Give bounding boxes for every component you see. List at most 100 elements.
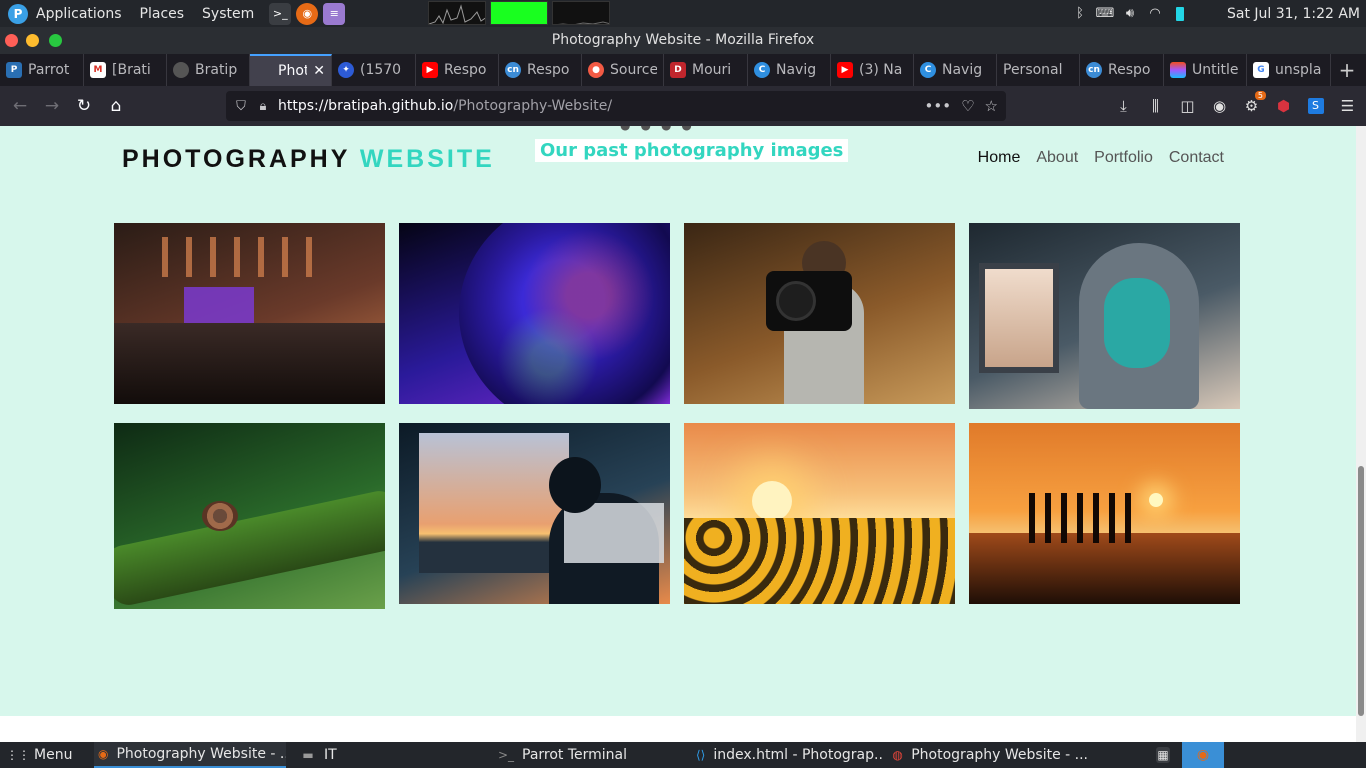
bookmark-star-icon[interactable]: ☆ [985, 97, 998, 115]
site-logo[interactable]: PHOTOGRAPHY WEBSITE [122, 145, 495, 174]
taskbar-menu-button[interactable]: ⋮⋮ Menu [10, 742, 72, 768]
taskbar-item-5[interactable]: ◍ Photography Website - ... [888, 742, 1088, 768]
workspace-switcher-icon[interactable]: ▦ [1156, 742, 1178, 768]
shield-icon[interactable]: ⛉ [230, 99, 252, 114]
new-tab-icon[interactable]: + [1331, 54, 1363, 86]
url-host: https://bratipah.github.io [278, 98, 454, 114]
tab-13[interactable]: Personal [997, 54, 1080, 86]
terminal-launcher-icon[interactable]: >_ [269, 2, 292, 25]
taskbar-item-4[interactable]: ⟨⟩ index.html - Photograp... [692, 742, 882, 768]
clock[interactable]: Sat Jul 31, 1:22 AM [1227, 6, 1360, 22]
photo-sunset-office[interactable] [399, 423, 670, 604]
photo-detail [419, 433, 569, 573]
navigation-toolbar: ← → ↻ ⌂ ⛉ 🔒︎ https://bratipah.github.io/… [0, 86, 1366, 126]
tab-14[interactable]: cn Respo [1080, 54, 1164, 86]
photo-detail [969, 533, 1240, 604]
tab-label: (1570 [360, 62, 402, 78]
tab-5[interactable]: ✦ (1570 [332, 54, 416, 86]
page-scrollbar[interactable] [1356, 126, 1366, 742]
pocket-icon[interactable]: ♡ [961, 97, 974, 115]
nav-contact[interactable]: Contact [1169, 149, 1224, 167]
tab-label: Navig [776, 62, 817, 78]
close-tab-icon[interactable]: ✕ [313, 63, 325, 79]
ublock-icon[interactable]: ⬢ [1271, 94, 1296, 119]
tab-8[interactable]: ● Source [582, 54, 664, 86]
volume-icon[interactable]: 🔊︎ [1122, 6, 1138, 22]
photo-music-studio[interactable] [114, 223, 385, 404]
tab-9[interactable]: D Mouri [664, 54, 748, 86]
reload-icon[interactable]: ↻ [68, 90, 100, 122]
library-icon[interactable]: ⫼ [1143, 94, 1168, 119]
terminal-icon: >_ [497, 748, 515, 762]
folder-icon: ▬ [302, 748, 314, 762]
photo-detail [399, 223, 670, 404]
extension-s-icon[interactable]: S [1303, 94, 1328, 119]
tab-label: Navig [942, 62, 983, 78]
tab-3[interactable]: Bratip [167, 54, 250, 86]
tab-label: [Brati [112, 62, 151, 78]
taskbar-item-label: Photography Website - ... [116, 746, 286, 762]
downloads-icon[interactable]: ⤓ [1111, 94, 1136, 119]
c-icon: C [920, 62, 936, 78]
scrolled-content-edge: ●●●● [620, 126, 702, 132]
tab-11[interactable]: ▶ (3) Na [831, 54, 914, 86]
tab-15[interactable]: Untitle [1164, 54, 1247, 86]
photo-glitter-face[interactable] [399, 223, 670, 404]
tab-12[interactable]: C Navig [914, 54, 997, 86]
memory-graph [490, 1, 548, 25]
battery-icon[interactable] [1172, 6, 1188, 22]
patreon-icon: ● [588, 62, 604, 78]
bluetooth-icon[interactable]: ᛒ [1072, 6, 1088, 22]
tab-6[interactable]: ▶ Respo [416, 54, 499, 86]
photo-detail [1104, 278, 1170, 368]
system-tray: ᛒ ⌨ 🔊︎ ◠ Sat Jul 31, 1:22 AM [1072, 0, 1366, 27]
text-editor-launcher-icon[interactable]: ≡ [323, 2, 346, 25]
firefox-launcher-icon[interactable]: ◉ [296, 2, 319, 25]
tab-label: Parrot [28, 62, 70, 78]
forward-arrow-icon[interactable]: → [36, 90, 68, 122]
url-bar[interactable]: ⛉ 🔒︎ https://bratipah.github.io/Photogra… [226, 91, 1006, 121]
photo-detail [184, 287, 254, 323]
scrollbar-thumb[interactable] [1358, 466, 1364, 716]
photo-sunflowers[interactable] [684, 423, 955, 604]
keyboard-icon[interactable]: ⌨ [1096, 6, 1115, 22]
sidebar-icon[interactable]: ◫ [1175, 94, 1200, 119]
photo-snail-branch[interactable] [114, 423, 385, 609]
nav-portfolio[interactable]: Portfolio [1094, 149, 1153, 167]
section-title: Our past photography images [535, 139, 849, 162]
photo-beach-jump[interactable] [969, 423, 1240, 604]
back-arrow-icon[interactable]: ← [4, 90, 36, 122]
lock-icon[interactable]: 🔒︎ [252, 99, 274, 114]
applications-menu[interactable]: Applications [36, 6, 122, 22]
photo-detail [684, 423, 955, 523]
system-monitor-graphs [428, 1, 610, 25]
home-icon[interactable]: ⌂ [100, 90, 132, 122]
taskbar-firefox-active-icon[interactable]: ◉ [1182, 742, 1224, 768]
addon-icon[interactable]: ⚙ 5 [1239, 90, 1266, 119]
taskbar-item-1[interactable]: ◉ Photography Website - ... [94, 742, 286, 768]
parrot-logo-icon[interactable]: P [8, 3, 28, 24]
places-menu[interactable]: Places [140, 6, 185, 22]
tab-4[interactable]: Photo ✕ [250, 54, 332, 86]
github-icon [173, 62, 189, 78]
wifi-icon[interactable]: ◠ [1147, 6, 1163, 22]
tab-1[interactable]: P Parrot [0, 54, 84, 86]
tab-7[interactable]: cn Respo [499, 54, 582, 86]
url-text[interactable]: https://bratipah.github.io/Photography-W… [278, 98, 612, 114]
tab-2[interactable]: M [Brati [84, 54, 167, 86]
nav-home[interactable]: Home [978, 149, 1021, 167]
photo-masked-hoodie[interactable] [969, 223, 1240, 409]
photo-detail [144, 237, 314, 277]
account-icon[interactable]: ◉ [1207, 94, 1232, 119]
hamburger-menu-icon[interactable]: ☰ [1335, 94, 1360, 119]
taskbar-item-3[interactable]: >_ Parrot Terminal [494, 742, 674, 768]
tab-label: Mouri [692, 62, 732, 78]
taskbar-item-2[interactable]: ▬ IT [296, 742, 466, 768]
tab-16[interactable]: Gunspla [1247, 54, 1331, 86]
system-menu[interactable]: System [202, 6, 254, 22]
nav-about[interactable]: About [1036, 149, 1078, 167]
tab-10[interactable]: C Navig [748, 54, 831, 86]
photo-camera-toss[interactable] [684, 223, 955, 404]
page-icon [256, 63, 272, 79]
page-actions-icon[interactable]: ••• [925, 97, 952, 115]
